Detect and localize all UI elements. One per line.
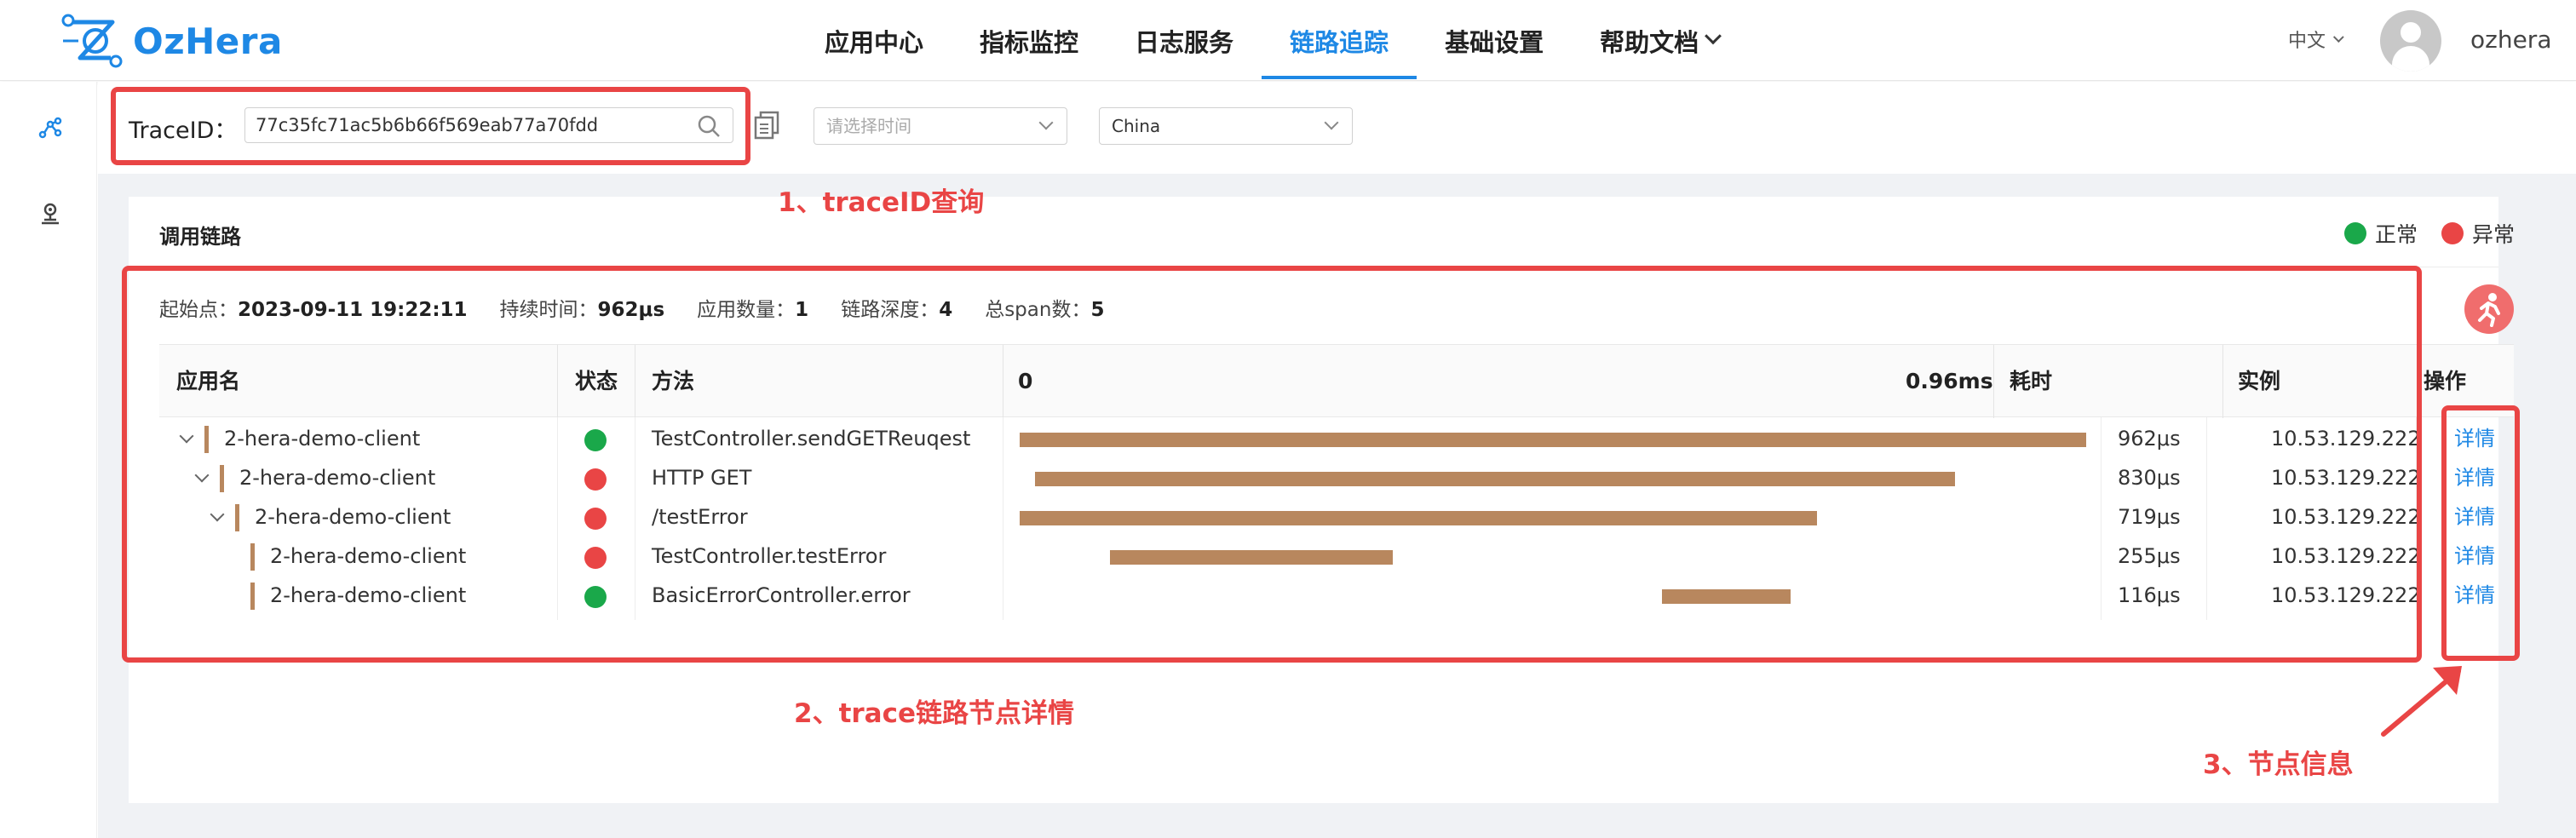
annotation-box-trace-nodes <box>122 266 2422 663</box>
chevron-down-icon <box>1324 115 1339 130</box>
username[interactable]: ozhera <box>2470 26 2551 54</box>
top-bar: OzHera 应用中心 指标监控 日志服务 链路追踪 基础设置 帮助文档 中文 … <box>0 0 2576 81</box>
language-label: 中文 <box>2288 31 2326 52</box>
user-icon-head <box>2401 22 2421 43</box>
user-icon-body <box>2392 46 2429 72</box>
running-person-icon[interactable] <box>2464 284 2514 334</box>
chevron-down-icon <box>1705 26 1722 44</box>
trace-graph-icon[interactable] <box>37 116 63 141</box>
time-select-placeholder: 请选择时间 <box>826 116 911 136</box>
nav-label: 帮助文档 <box>1600 27 1699 57</box>
nav-label: 指标监控 <box>980 27 1079 57</box>
nav-label: 应用中心 <box>825 27 924 57</box>
annotation-box-traceid <box>111 87 750 165</box>
legend-error: 异常 <box>2441 218 2515 249</box>
language-selector[interactable]: 中文 <box>2288 26 2344 53</box>
ozhera-logo-icon <box>61 14 123 68</box>
annotation-arrow-icon <box>2381 666 2462 737</box>
annotation-node-info: 3、节点信息 <box>2203 749 2354 780</box>
legend-normal: 正常 <box>2344 218 2418 249</box>
normal-dot-icon <box>2344 222 2366 244</box>
nav-item-help-docs[interactable]: 帮助文档 <box>1572 0 1747 81</box>
nav-item-settings[interactable]: 基础设置 <box>1417 0 1572 81</box>
nav-item-metrics[interactable]: 指标监控 <box>952 0 1107 81</box>
legend-label: 正常 <box>2375 222 2418 247</box>
error-dot-icon <box>2441 222 2464 244</box>
avatar[interactable] <box>2380 10 2441 72</box>
app-name: OzHera <box>133 20 283 62</box>
side-rail <box>0 82 97 838</box>
location-icon[interactable] <box>37 201 63 227</box>
annotation-traceid-query: 1、traceID查询 <box>778 187 985 218</box>
panel-title: 调用链路 <box>159 225 241 249</box>
nav-item-app-center[interactable]: 应用中心 <box>796 0 952 81</box>
nav-item-logs[interactable]: 日志服务 <box>1107 0 1262 81</box>
annotation-box-node-info <box>2441 405 2520 661</box>
nav-label: 基础设置 <box>1445 27 1544 57</box>
region-select-value: China <box>1112 116 1161 136</box>
time-range-select[interactable]: 请选择时间 <box>814 107 1067 145</box>
chevron-down-icon <box>2332 31 2344 43</box>
nav-label: 日志服务 <box>1135 27 1234 57</box>
chevron-down-icon <box>1038 115 1054 130</box>
annotation-trace-nodes: 2、trace链路节点详情 <box>794 698 1074 729</box>
main-nav: 应用中心 指标监控 日志服务 链路追踪 基础设置 帮助文档 <box>796 0 1747 81</box>
app-logo[interactable]: OzHera <box>61 14 283 68</box>
region-select[interactable]: China <box>1099 107 1353 145</box>
nav-label: 链路追踪 <box>1290 27 1389 57</box>
nav-item-tracing[interactable]: 链路追踪 <box>1262 0 1417 81</box>
legend-label: 异常 <box>2472 222 2516 247</box>
copy-icon[interactable] <box>753 111 780 140</box>
